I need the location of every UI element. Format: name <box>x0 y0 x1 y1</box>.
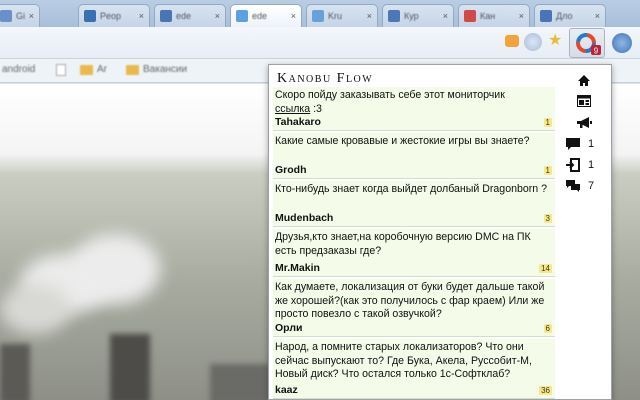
close-icon[interactable]: × <box>29 11 34 21</box>
feed-item[interactable]: Друзья,кто знает,на коробочную версию DM… <box>273 229 555 277</box>
bookmark-folder[interactable]: Вакансии <box>126 64 187 75</box>
browser-toolbar: ★ 9 <box>0 27 640 59</box>
close-icon[interactable]: × <box>139 11 144 21</box>
tab-strip: Girl× Peop× ede× ede× Kru× Кур× Кан× Дло… <box>0 0 640 27</box>
dashboard-button[interactable] <box>571 91 597 111</box>
star-icon[interactable]: ★ <box>548 32 562 50</box>
close-icon[interactable]: × <box>215 11 220 21</box>
item-link[interactable]: ссылка <box>275 103 310 115</box>
popup-title: Kanobu Flow <box>277 71 374 86</box>
tab-favicon-icon <box>388 10 400 22</box>
browser-tab[interactable]: Peop × <box>78 4 150 27</box>
feed-item[interactable]: Как думаете, локализация от буки будет д… <box>273 279 555 337</box>
item-author[interactable]: Mr.Makin <box>275 262 320 274</box>
feed-item[interactable]: Народ, а помните старых локализаторов? Ч… <box>273 339 555 399</box>
feed-item[interactable]: Кто-нибудь знает когда выйдет долбаный D… <box>273 181 555 227</box>
tab-favicon-icon <box>464 10 476 22</box>
bookmark-item[interactable] <box>56 64 66 76</box>
close-icon[interactable]: × <box>291 11 296 21</box>
tab-favicon-icon <box>160 10 172 22</box>
conversations-stat[interactable]: 7 <box>561 177 609 195</box>
item-author[interactable]: kaaz <box>275 384 298 396</box>
home-icon <box>578 74 590 86</box>
browser-tab[interactable]: Кур × <box>382 4 454 27</box>
browser-tab-active[interactable]: ede × <box>230 4 302 27</box>
close-icon[interactable]: × <box>519 11 524 21</box>
comment-count-badge: 1 <box>543 166 552 175</box>
megaphone-icon <box>577 117 592 128</box>
item-author[interactable]: Орли <box>275 322 302 334</box>
kanobu-flow-icon: 9 <box>576 33 601 56</box>
close-icon[interactable]: × <box>443 11 448 21</box>
item-author[interactable]: Mudenbach <box>275 212 333 224</box>
feed-item[interactable]: Скоро пойду заказывать себе этот монитор… <box>273 87 555 131</box>
page-icon <box>56 64 66 76</box>
bookmark-item[interactable]: android <box>2 64 35 75</box>
item-author[interactable]: Grodh <box>275 164 307 176</box>
tab-favicon-icon <box>0 10 12 22</box>
kanobu-flow-extension-button[interactable]: 9 <box>569 28 605 58</box>
folder-icon <box>80 64 93 75</box>
conversation-icon <box>566 180 580 192</box>
bookmark-folder[interactable]: Ar <box>80 64 107 75</box>
comment-count-badge: 36 <box>539 386 552 395</box>
browser-tab[interactable]: Kru × <box>306 4 378 27</box>
close-icon[interactable]: × <box>595 11 600 21</box>
comment-count-badge: 3 <box>543 214 552 223</box>
exit-door-icon <box>566 158 580 172</box>
rss-extension-icon[interactable] <box>505 35 519 47</box>
dashboard-icon <box>577 95 591 107</box>
browser-tab[interactable]: ede × <box>154 4 226 27</box>
tab-favicon-icon <box>540 10 552 22</box>
extension-icon[interactable] <box>612 33 632 53</box>
browser-tab[interactable]: Girl× <box>0 4 40 27</box>
announcements-button[interactable] <box>571 113 597 133</box>
tab-favicon-icon <box>236 10 248 22</box>
folder-icon <box>126 64 139 75</box>
close-icon[interactable]: × <box>367 11 372 21</box>
globe-extension-icon[interactable] <box>524 33 542 51</box>
browser-tab[interactable]: Кан × <box>458 4 530 27</box>
tab-favicon-icon <box>84 10 96 22</box>
comment-count-badge: 6 <box>543 324 552 333</box>
comments-stat[interactable]: 1 <box>561 135 609 153</box>
comment-count-badge: 14 <box>539 264 552 273</box>
comment-icon <box>566 138 580 150</box>
kanobu-flow-popup: Kanobu Flow Скоро пойду заказывать себе … <box>268 64 612 400</box>
exits-stat[interactable]: 1 <box>561 156 609 174</box>
svg-text:9: 9 <box>594 47 599 56</box>
home-button[interactable] <box>571 70 597 90</box>
tab-favicon-icon <box>312 10 324 22</box>
feed-item[interactable]: Какие самые кровавые и жестокие игры вы … <box>273 133 555 179</box>
popup-sidebar: 1 1 7 <box>557 70 611 399</box>
item-author[interactable]: Tahakaro <box>275 116 321 128</box>
comment-count-badge: 1 <box>543 118 552 127</box>
feed-list: Скоро пойду заказывать себе этот монитор… <box>273 87 555 399</box>
browser-tab[interactable]: Дло × <box>534 4 606 27</box>
